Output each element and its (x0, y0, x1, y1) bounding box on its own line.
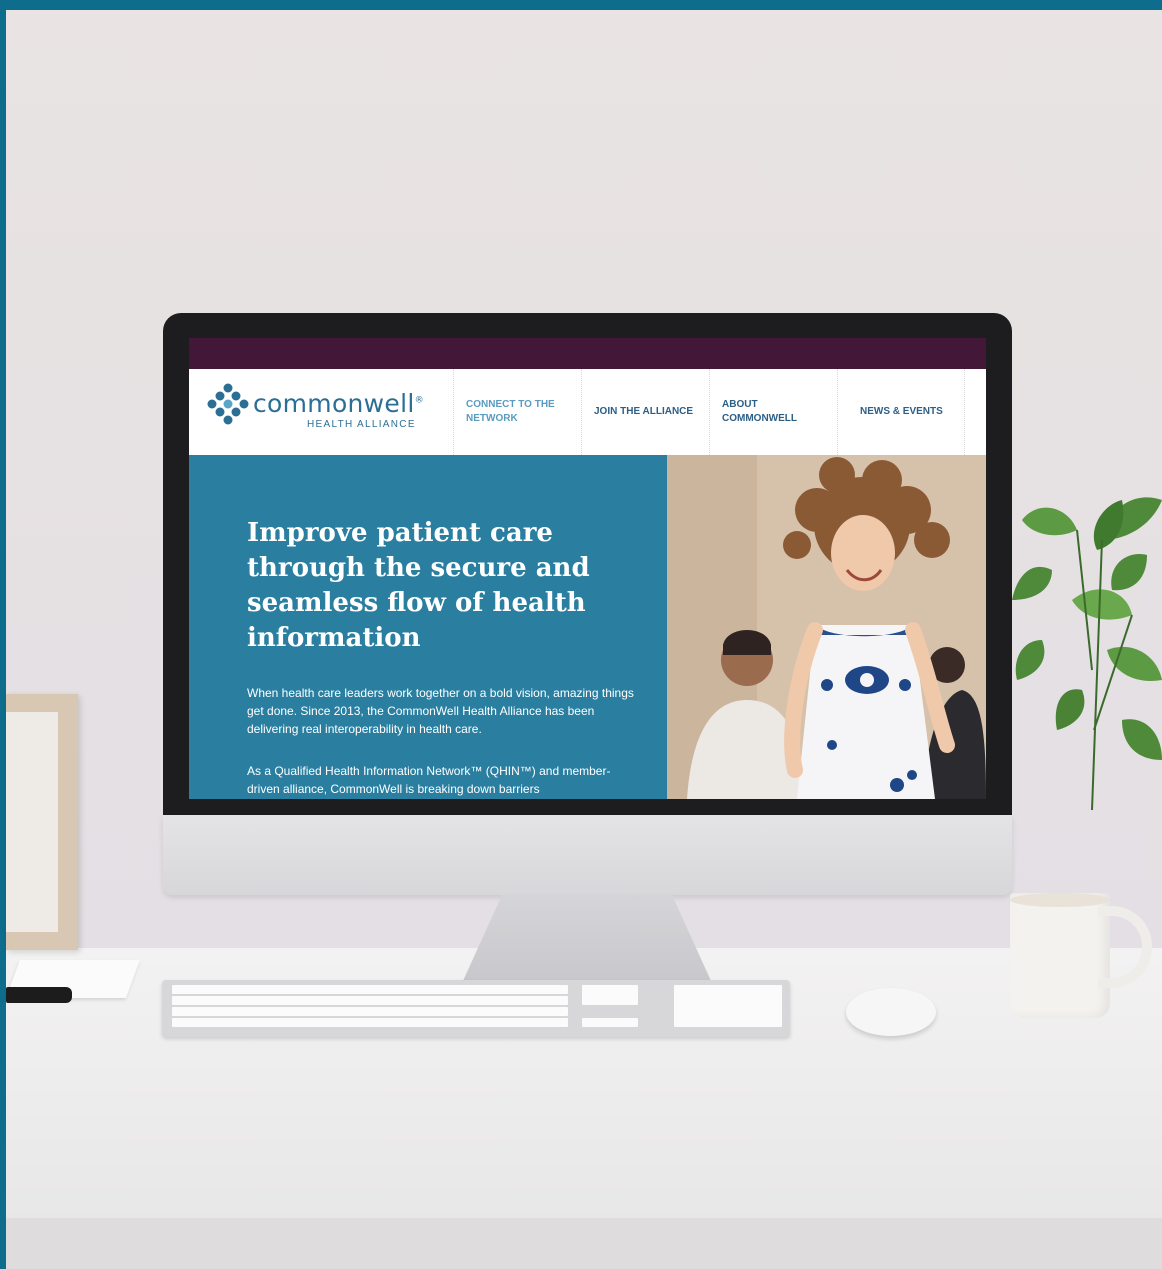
nav-about-commonwell[interactable]: ABOUT COMMONWELL (709, 369, 837, 455)
site-logo[interactable]: commonwell® HEALTH ALLIANCE (207, 383, 427, 433)
nav-news-and-events[interactable]: NEWS & EVENTS (837, 369, 965, 455)
nav-join-the-alliance[interactable]: JOIN THE ALLIANCE (581, 369, 709, 455)
keyboard (162, 980, 790, 1037)
site-topbar (189, 338, 986, 369)
logo-subtitle: HEALTH ALLIANCE (307, 419, 416, 430)
logo-wordmark: commonwell® (253, 389, 424, 418)
mug-rim (1010, 893, 1110, 907)
girl-dancing-photo-icon (667, 455, 986, 799)
hero-paragraph-1: When health care leaders work together o… (247, 686, 634, 736)
coffee-mug-icon (1010, 893, 1110, 1018)
desk-front-edge (6, 1218, 1162, 1269)
hero-title: Improve patient care through the secure … (247, 518, 590, 653)
commonwell-logo-icon (207, 383, 249, 425)
plant-icon (1012, 497, 1162, 811)
pen (6, 987, 72, 1003)
nav-connect-to-network[interactable]: CONNECT TO THE NETWORK (453, 369, 581, 455)
hero-paragraph-2: As a Qualified Health Information Networ… (247, 764, 611, 796)
mouse (846, 988, 936, 1036)
page-border-top (0, 0, 1162, 10)
hero-photo (667, 455, 986, 799)
monitor-chin (163, 815, 1012, 895)
site-navbar: commonwell® HEALTH ALLIANCE CONNECT TO T… (189, 369, 986, 456)
picture-frame-inner (6, 712, 58, 932)
monitor-screen: commonwell® HEALTH ALLIANCE CONNECT TO T… (189, 338, 986, 799)
monitor-stand (462, 895, 712, 983)
